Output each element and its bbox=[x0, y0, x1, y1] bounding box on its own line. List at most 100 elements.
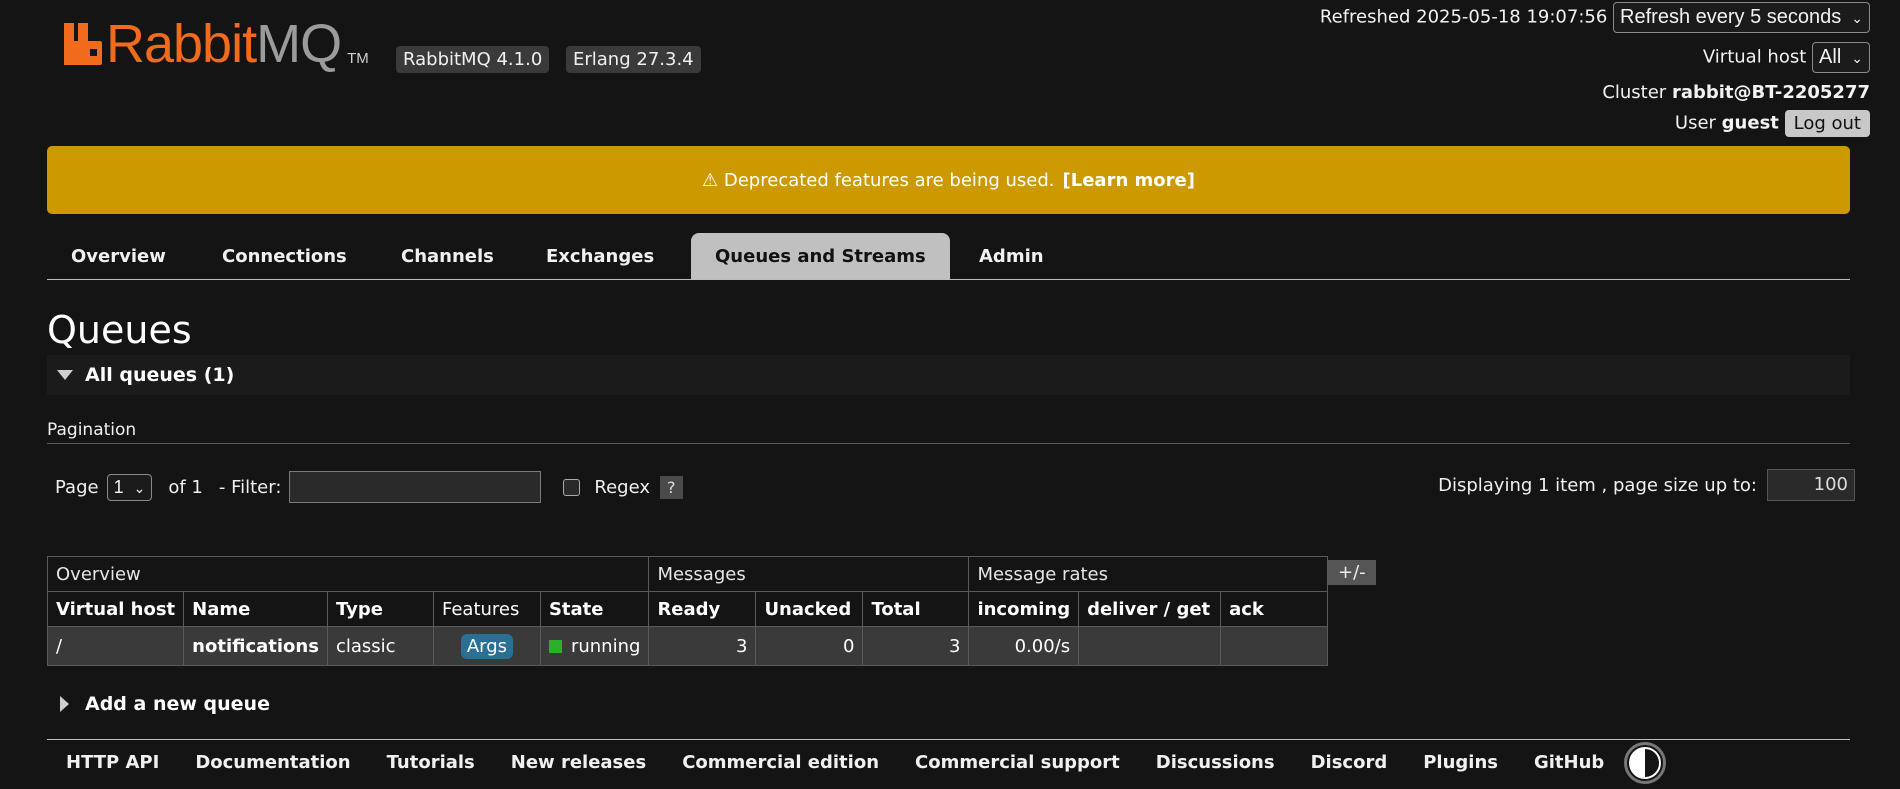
table-row[interactable]: / notifications classic Args running 3 0… bbox=[46, 626, 1329, 666]
args-badge[interactable]: Args bbox=[460, 633, 514, 659]
col-total[interactable]: Total bbox=[862, 591, 970, 627]
rabbitmq-version-badge: RabbitMQ 4.1.0 bbox=[396, 46, 550, 73]
user-label: User bbox=[1674, 112, 1716, 134]
rabbitmq-logo[interactable]: RabbitMQ TM bbox=[64, 17, 369, 71]
footer-link-discussions[interactable]: Discussions bbox=[1156, 752, 1275, 773]
queues-table: Overview Messages Message rates Virtual … bbox=[46, 556, 1329, 666]
tab-connections[interactable]: Connections bbox=[198, 233, 371, 279]
col-state[interactable]: State bbox=[539, 591, 650, 627]
chevron-down-icon: ⌄ bbox=[1851, 10, 1863, 26]
col-deliver-get[interactable]: deliver / get bbox=[1078, 591, 1222, 627]
tab-admin[interactable]: Admin bbox=[955, 233, 1068, 279]
footer-link-github[interactable]: GitHub bbox=[1534, 752, 1604, 773]
filter-input[interactable] bbox=[289, 471, 542, 503]
cell-ready: 3 bbox=[648, 626, 757, 666]
cell-deliver-get bbox=[1078, 626, 1222, 666]
section-title: All queues (1) bbox=[85, 364, 235, 386]
triangle-down-icon bbox=[57, 370, 73, 380]
pagination-divider bbox=[47, 443, 1850, 444]
cell-vhost: / bbox=[46, 626, 185, 666]
cluster-name: rabbit@BT-2205277 bbox=[1671, 82, 1870, 103]
user-line: User guest Log out bbox=[1675, 110, 1870, 137]
tab-queues-and-streams[interactable]: Queues and Streams bbox=[691, 233, 950, 279]
cluster-label: Cluster bbox=[1602, 82, 1667, 103]
main-nav-tabs: Overview Connections Channels Exchanges … bbox=[47, 233, 1850, 280]
footer-link-discord[interactable]: Discord bbox=[1311, 752, 1388, 773]
tab-channels[interactable]: Channels bbox=[377, 233, 518, 279]
cell-incoming: 0.00/s bbox=[968, 626, 1080, 666]
page-label: Page bbox=[55, 476, 99, 498]
state-text: running bbox=[570, 635, 641, 657]
erlang-version-badge: Erlang 27.3.4 bbox=[566, 46, 701, 73]
footer-link-new-releases[interactable]: New releases bbox=[511, 752, 646, 773]
tab-overview[interactable]: Overview bbox=[47, 233, 190, 279]
col-features: Features bbox=[432, 591, 541, 627]
all-queues-section-toggle[interactable]: All queues (1) bbox=[47, 355, 1850, 395]
cell-ack bbox=[1220, 626, 1329, 666]
footer-link-commercial-edition[interactable]: Commercial edition bbox=[682, 752, 879, 773]
col-virtual-host[interactable]: Virtual host bbox=[46, 591, 185, 627]
footer-link-http-api[interactable]: HTTP API bbox=[66, 752, 159, 773]
filter-label: - Filter: bbox=[218, 476, 282, 498]
page-count-label: of 1 bbox=[168, 476, 203, 498]
logo-wordmark: RabbitMQ bbox=[106, 17, 342, 71]
page-title: Queues bbox=[47, 308, 192, 352]
footer-link-plugins[interactable]: Plugins bbox=[1423, 752, 1498, 773]
table-column-header: Virtual host Name Type Features State Re… bbox=[46, 591, 1329, 627]
col-incoming[interactable]: incoming bbox=[968, 591, 1080, 627]
table-group-header: Overview Messages Message rates bbox=[46, 556, 1329, 592]
chevron-down-icon: ⌄ bbox=[1851, 50, 1863, 66]
logout-button[interactable]: Log out bbox=[1784, 110, 1870, 137]
pagination-label: Pagination bbox=[47, 420, 137, 440]
footer-divider bbox=[47, 739, 1850, 740]
footer-link-documentation[interactable]: Documentation bbox=[195, 752, 350, 773]
col-ready[interactable]: Ready bbox=[648, 591, 757, 627]
col-name[interactable]: Name bbox=[183, 591, 328, 627]
group-messages: Messages bbox=[648, 556, 970, 592]
refresh-interval-select[interactable]: Refresh every 5 seconds ⌄ bbox=[1613, 2, 1870, 33]
group-message-rates: Message rates bbox=[968, 556, 1329, 592]
deprecated-features-banner: ⚠ Deprecated features are being used. [L… bbox=[47, 146, 1850, 214]
chevron-down-icon: ⌄ bbox=[133, 479, 146, 496]
display-info: Displaying 1 item , page size up to: 100 bbox=[1438, 469, 1855, 501]
queue-name-link[interactable]: notifications bbox=[183, 626, 328, 666]
user-name: guest bbox=[1721, 112, 1779, 134]
page-size-input[interactable]: 100 bbox=[1767, 469, 1855, 501]
footer-link-commercial-support[interactable]: Commercial support bbox=[915, 752, 1120, 773]
pagination-controls: Page 1 ⌄ of 1 - Filter: Regex ? bbox=[55, 471, 683, 503]
footer-link-tutorials[interactable]: Tutorials bbox=[387, 752, 475, 773]
vhost-select[interactable]: All ⌄ bbox=[1812, 42, 1870, 73]
cell-unacked: 0 bbox=[755, 626, 864, 666]
running-status-icon bbox=[548, 639, 562, 653]
regex-label: Regex bbox=[594, 476, 651, 498]
col-ack[interactable]: ack bbox=[1220, 591, 1329, 627]
displaying-label: Displaying 1 item , page size up to: bbox=[1438, 474, 1757, 496]
triangle-right-icon bbox=[60, 696, 69, 712]
logo-trademark: TM bbox=[347, 50, 369, 67]
vhost-label: Virtual host bbox=[1702, 46, 1807, 68]
cell-type: classic bbox=[326, 626, 434, 666]
learn-more-link[interactable]: [Learn more] bbox=[1063, 170, 1195, 191]
theme-toggle-icon[interactable] bbox=[1624, 742, 1666, 784]
refreshed-timestamp: Refreshed 2025-05-18 19:07:56 bbox=[1319, 6, 1608, 28]
group-overview: Overview bbox=[46, 556, 650, 592]
page-select[interactable]: 1 ⌄ bbox=[106, 473, 153, 501]
regex-checkbox[interactable] bbox=[563, 478, 581, 496]
col-unacked[interactable]: Unacked bbox=[755, 591, 864, 627]
banner-text: ⚠ Deprecated features are being used. bbox=[702, 169, 1055, 191]
footer-links: HTTP API Documentation Tutorials New rel… bbox=[66, 752, 1640, 773]
add-new-queue-toggle[interactable]: Add a new queue bbox=[60, 693, 270, 715]
cell-features: Args bbox=[432, 626, 541, 666]
toggle-columns-button[interactable]: +/- bbox=[1328, 560, 1376, 585]
regex-help-button[interactable]: ? bbox=[660, 475, 683, 499]
refresh-line: Refreshed 2025-05-18 19:07:56 Refresh ev… bbox=[1320, 2, 1870, 33]
rabbitmq-logo-icon bbox=[64, 23, 102, 65]
cell-state: running bbox=[539, 626, 650, 666]
cluster-line: Cluster rabbit@BT-2205277 bbox=[1602, 82, 1870, 103]
tab-exchanges[interactable]: Exchanges bbox=[522, 233, 678, 279]
logo-mq-text: MQ bbox=[256, 14, 342, 74]
col-type[interactable]: Type bbox=[326, 591, 434, 627]
add-queue-label: Add a new queue bbox=[85, 693, 270, 715]
cell-total: 3 bbox=[862, 626, 970, 666]
vhost-line: Virtual host All ⌄ bbox=[1703, 42, 1870, 73]
